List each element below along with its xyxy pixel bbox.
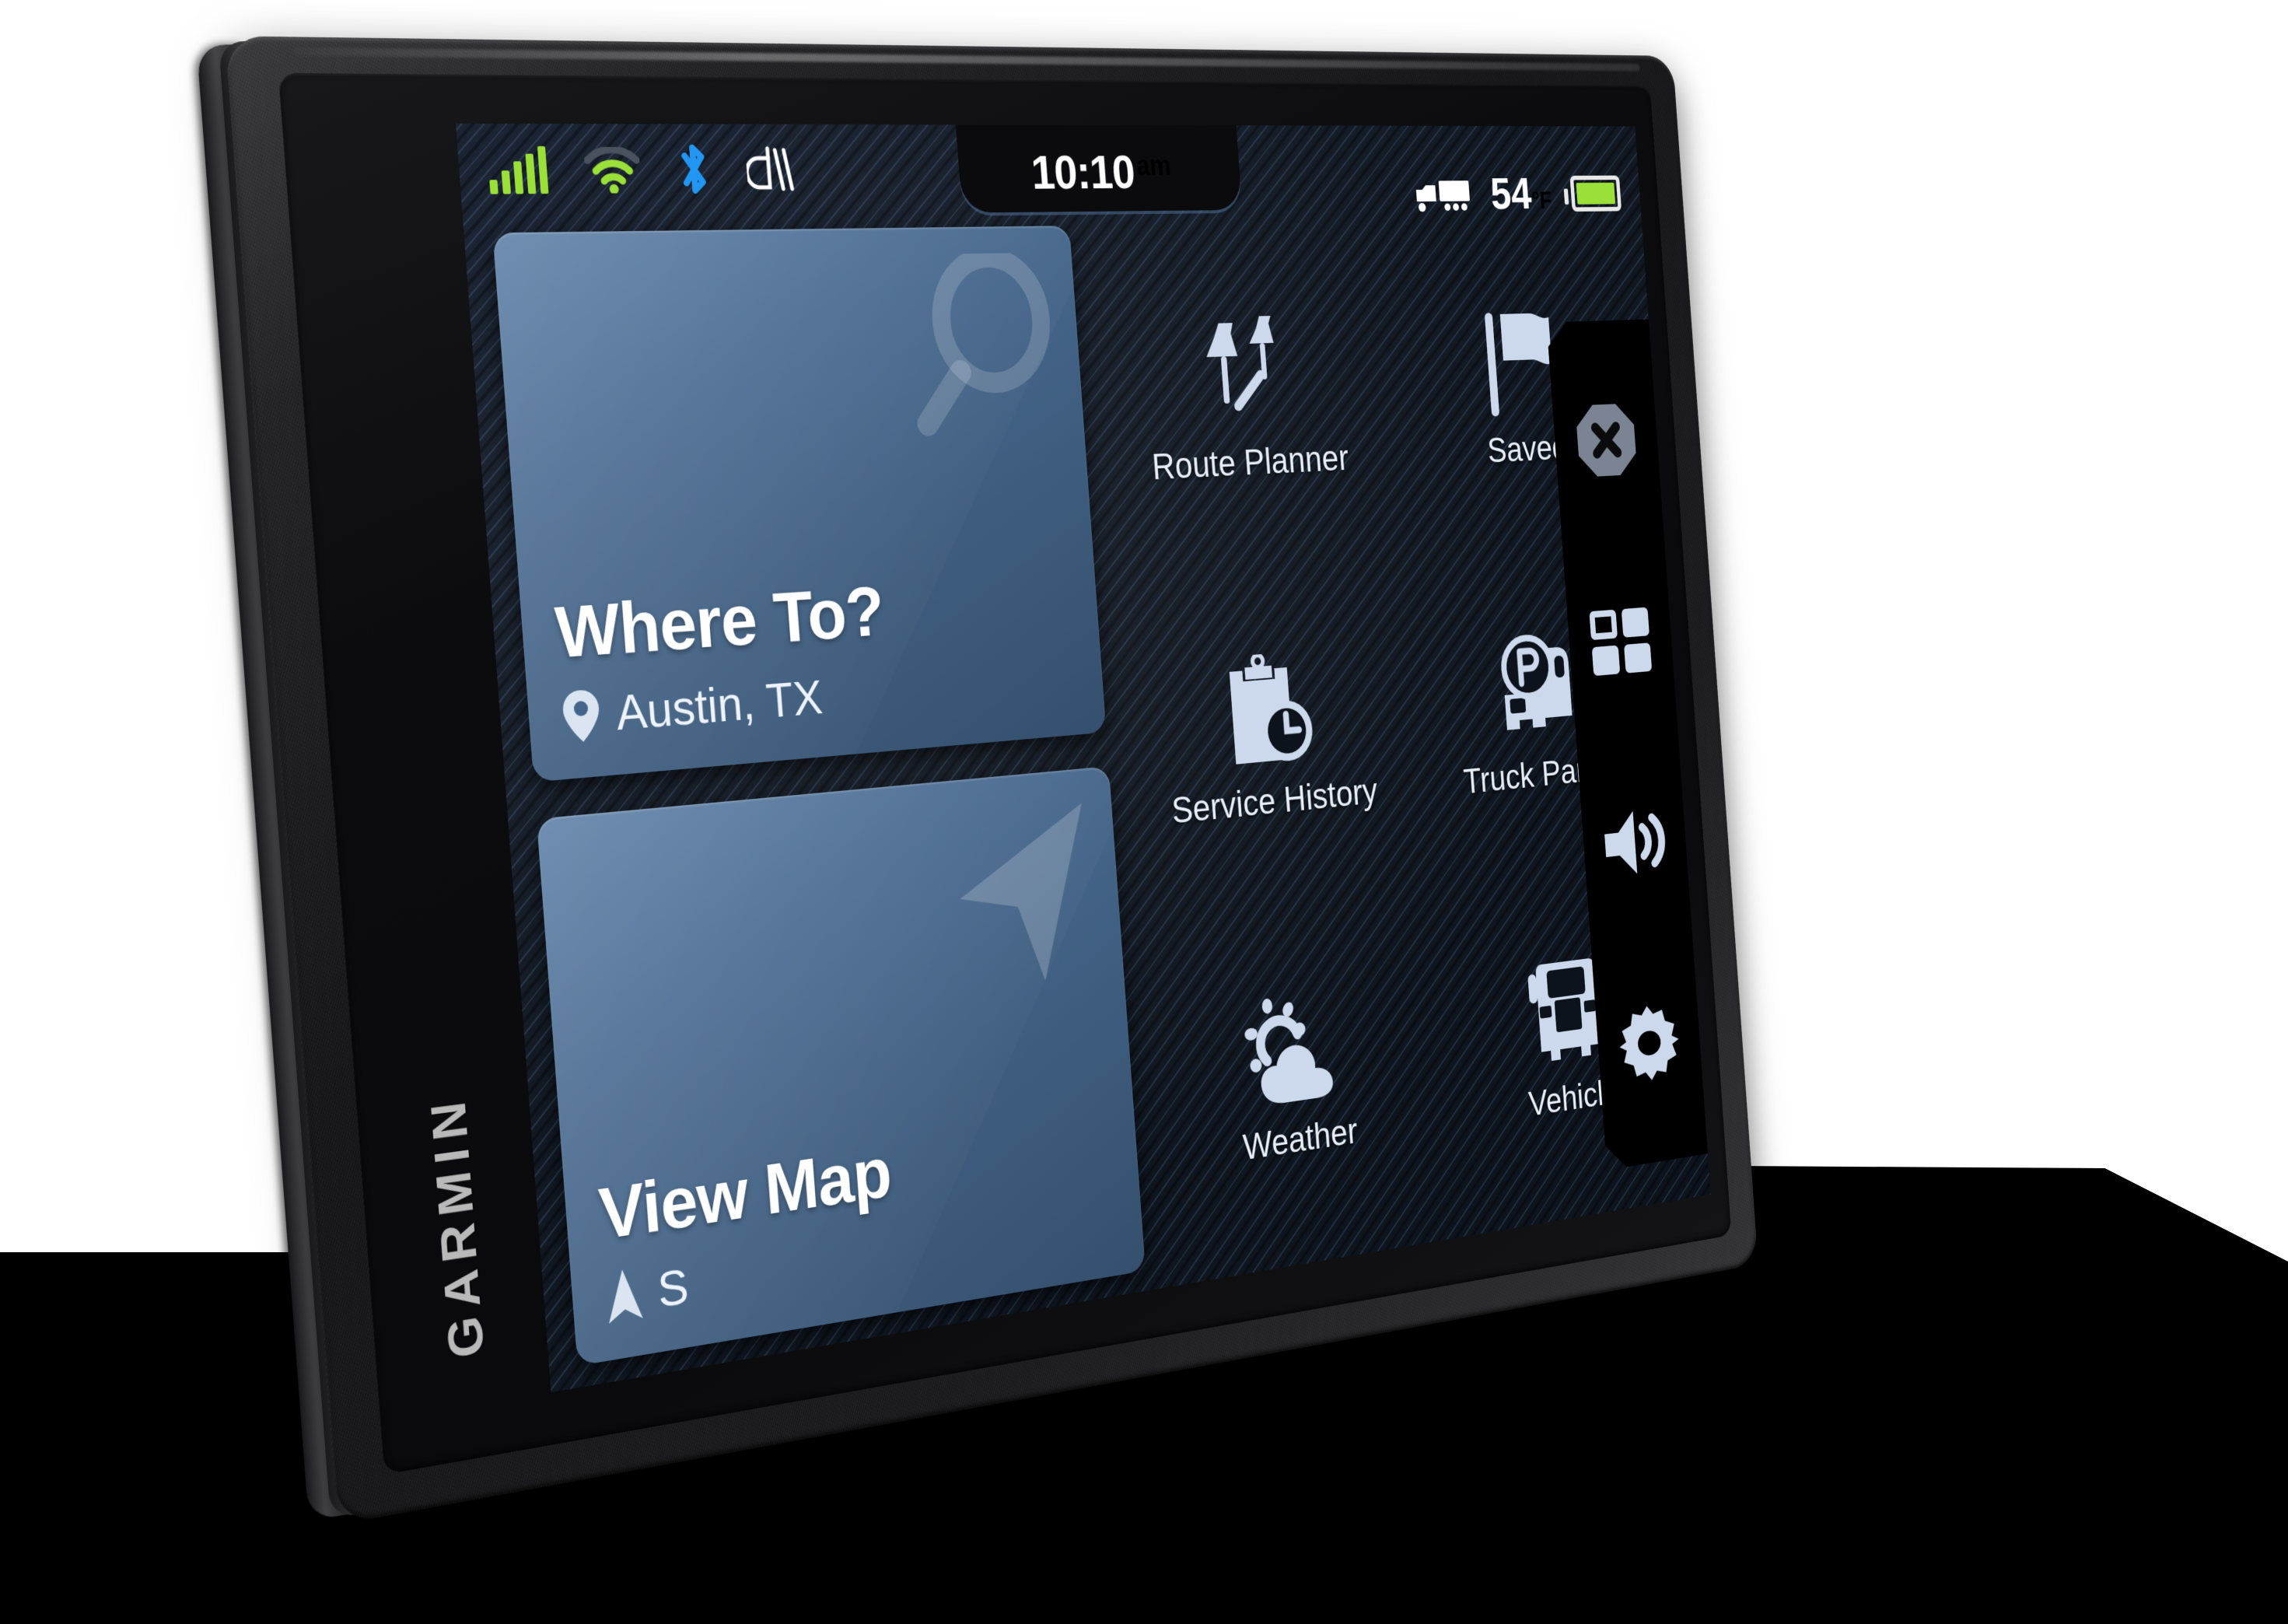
volume-button[interactable] [1597, 796, 1672, 890]
app-weather[interactable]: Weather [1144, 975, 1442, 1183]
view-map-title: View Map [596, 1131, 894, 1255]
home-screen-content: Where To? Austin, TX View Map S Route Pl… [463, 206, 1711, 1393]
cellular-signal-icon [489, 145, 549, 194]
flag-icon [1482, 307, 1561, 418]
battery-icon [1569, 175, 1622, 212]
navigation-arrow-icon [605, 1266, 643, 1324]
app-label: Service History [1170, 772, 1379, 832]
view-map-heading: S [656, 1258, 691, 1318]
device-glass-panel: GARMIN 10:10 am 54°F Where To? Austin, T… [278, 72, 1732, 1475]
primary-cards-column: Where To? Austin, TX View Map S [463, 212, 1157, 1392]
card-sheen [536, 766, 1146, 1367]
settings-button[interactable] [1612, 996, 1686, 1090]
app-label: Route Planner [1150, 438, 1350, 488]
temperature-display: 54°F [1489, 168, 1553, 220]
two-pins-route-icon [1192, 314, 1298, 431]
map-pin-icon [562, 688, 602, 744]
speaker-volume-icon [1601, 805, 1669, 880]
where-to-location: Austin, TX [614, 670, 824, 741]
where-to-title: Where To? [552, 570, 887, 674]
x-octagon-icon [1574, 402, 1639, 479]
grid-apps-icon [1589, 607, 1652, 677]
wifi-icon [583, 147, 642, 194]
clipboard-clock-icon [1218, 650, 1321, 772]
app-service-history[interactable]: Service History [1119, 643, 1419, 837]
clock-ampm: am [1135, 149, 1172, 181]
battery-level-fill [1576, 182, 1616, 205]
status-bar-left-icons [457, 143, 800, 199]
garmin-brand-logo: GARMIN [419, 1090, 495, 1362]
device-bezel: GARMIN 10:10 am 54°F Where To? Austin, T… [225, 36, 1758, 1525]
apps-button[interactable] [1583, 596, 1658, 687]
gps-screen: 10:10 am 54°F Where To? Austin, TX View … [455, 123, 1711, 1393]
view-map-card[interactable]: View Map S [536, 766, 1146, 1367]
gps-device: GARMIN 10:10 am 54°F Where To? Austin, T… [196, 36, 1890, 1525]
temperature-value: 54 [1489, 168, 1534, 219]
truck-profile-icon [1415, 180, 1470, 212]
temperature-unit: °F [1531, 186, 1553, 215]
status-bar: 10:10 am 54°F [456, 123, 1641, 221]
magnifier-icon [903, 253, 1062, 438]
clock-time: 10:10 [1029, 145, 1137, 200]
status-bar-right-items: 54°F [1411, 168, 1622, 221]
where-to-subtitle-row: Austin, TX [560, 648, 1104, 746]
sun-cloud-icon [1241, 986, 1347, 1112]
app-route-planner[interactable]: Route Planner [1093, 312, 1394, 492]
card-sheen [492, 226, 1107, 782]
where-to-card[interactable]: Where To? Austin, TX [492, 226, 1107, 782]
close-button[interactable] [1569, 396, 1643, 485]
dezl-logo-icon [745, 144, 800, 196]
clock-display: 10:10 am [954, 123, 1242, 213]
map-cursor-arrow-icon [953, 803, 1094, 991]
app-label: Weather [1241, 1111, 1359, 1168]
view-map-subtitle-row: S [603, 1187, 1143, 1328]
bluetooth-icon [674, 143, 713, 198]
gear-icon [1616, 1000, 1683, 1086]
